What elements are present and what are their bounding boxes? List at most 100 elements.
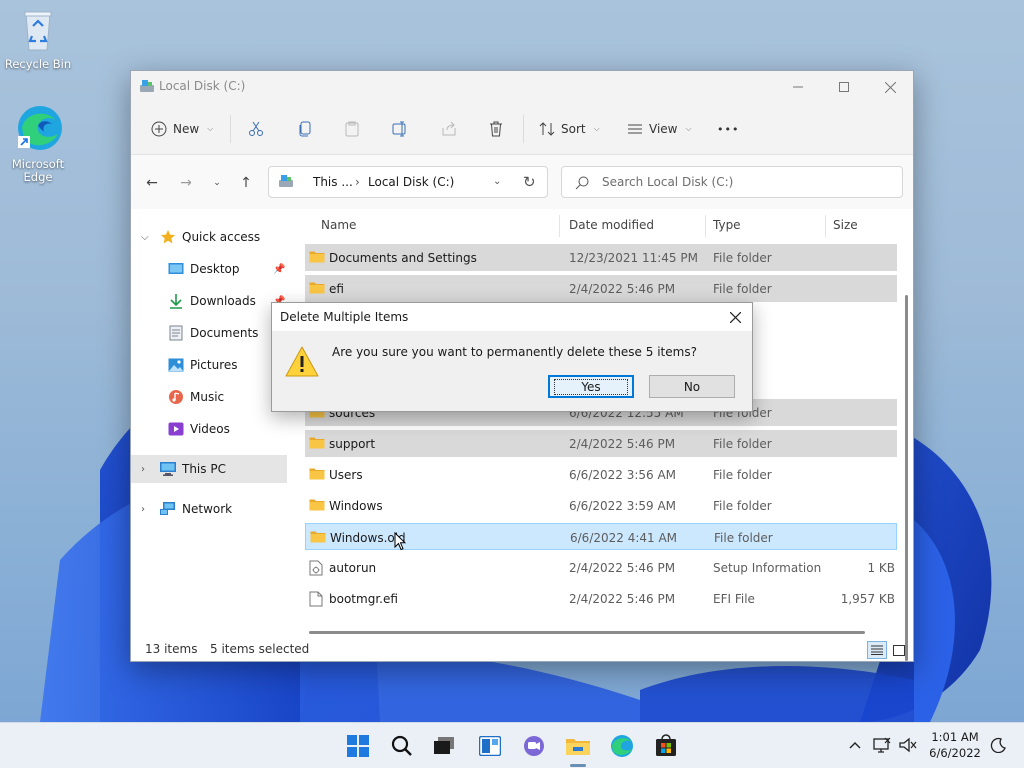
search-taskbar-button[interactable] xyxy=(387,731,417,761)
search-box[interactable]: Search Local Disk (C:) xyxy=(561,166,903,198)
paste-icon xyxy=(345,121,359,137)
sidebar-item-network[interactable]: › Network xyxy=(131,495,287,523)
no-button[interactable]: No xyxy=(649,375,735,398)
cut-button[interactable] xyxy=(248,117,264,141)
notifications-button[interactable] xyxy=(988,734,1008,756)
column-label: Date modified xyxy=(569,218,655,232)
refresh-icon[interactable]: ↻ xyxy=(523,173,536,191)
edge-shortcut[interactable]: Microsoft Edge xyxy=(0,104,76,185)
sidebar-label: Pictures xyxy=(190,358,238,372)
minimize-button[interactable] xyxy=(775,71,821,103)
recycle-bin-shortcut[interactable]: Recycle Bin xyxy=(0,8,76,71)
column-header-name[interactable]: Name xyxy=(321,211,356,239)
title-bar[interactable]: Local Disk (C:) xyxy=(131,71,913,103)
file-explorer-taskbar-button[interactable] xyxy=(563,731,593,761)
view-button[interactable]: View ⌵ xyxy=(627,117,692,141)
sidebar-item-downloads[interactable]: Downloads 📌 xyxy=(131,287,287,315)
paste-button[interactable] xyxy=(344,117,360,141)
sidebar-item-this-pc[interactable]: › This PC xyxy=(131,455,287,483)
file-name: support xyxy=(329,437,376,451)
file-row[interactable]: Windows 6/6/2022 3:59 AM File folder xyxy=(305,492,897,519)
breadcrumb-local-disk[interactable]: Local Disk (C:) xyxy=(368,175,454,189)
sidebar-item-desktop[interactable]: Desktop 📌 xyxy=(131,255,287,283)
address-dropdown-icon[interactable]: ⌄ xyxy=(493,176,501,187)
sidebar-label: This PC xyxy=(182,462,226,476)
task-view-button[interactable] xyxy=(429,731,459,761)
details-view-button[interactable] xyxy=(867,641,887,659)
share-button[interactable] xyxy=(441,117,457,141)
dialog-close-button[interactable] xyxy=(722,305,748,329)
dialog-title-bar[interactable]: Delete Multiple Items xyxy=(272,303,752,331)
sidebar-item-documents[interactable]: Documents xyxy=(131,319,287,347)
desktop-icon xyxy=(167,261,185,277)
file-name: Windows xyxy=(329,499,383,513)
store-icon xyxy=(656,734,676,756)
dialog-title: Delete Multiple Items xyxy=(280,310,409,324)
column-header-size[interactable]: Size xyxy=(833,211,858,239)
file-name: bootmgr.efi xyxy=(329,592,398,606)
file-row[interactable]: bootmgr.efi 2/4/2022 5:46 PM EFI File 1,957… xyxy=(305,585,897,612)
computer-icon xyxy=(159,461,177,477)
file-type: File folder xyxy=(713,282,772,296)
thumbnail-view-button[interactable] xyxy=(889,641,909,659)
column-header-date[interactable]: Date modified xyxy=(569,211,654,239)
column-divider[interactable] xyxy=(705,215,706,237)
file-row[interactable]: support 2/4/2022 5:46 PM File folder xyxy=(305,430,897,457)
vertical-scrollbar[interactable] xyxy=(905,295,908,661)
yes-button[interactable]: Yes xyxy=(548,375,634,398)
store-button[interactable] xyxy=(651,731,681,761)
horizontal-scrollbar[interactable] xyxy=(309,631,865,634)
command-bar: New ⌵ Sort ⌵ View ⌵ ••• xyxy=(131,103,913,155)
file-date: 12/23/2021 11:45 PM xyxy=(569,251,698,265)
chevron-right-icon: › xyxy=(141,463,145,475)
more-options-button[interactable]: ••• xyxy=(717,117,739,141)
delete-button[interactable] xyxy=(488,117,504,141)
search-icon xyxy=(391,735,412,756)
sidebar-item-videos[interactable]: Videos xyxy=(131,415,287,443)
file-row[interactable]: Users 6/6/2022 3:56 AM File folder xyxy=(305,461,897,488)
file-row[interactable]: autorun 2/4/2022 5:46 PM Setup Information… xyxy=(305,554,897,581)
close-button[interactable] xyxy=(867,71,913,103)
start-button[interactable] xyxy=(343,731,373,761)
forward-button[interactable]: → xyxy=(175,172,197,194)
new-button[interactable]: New ⌵ xyxy=(151,117,213,141)
column-divider[interactable] xyxy=(559,215,560,237)
file-date: 2/4/2022 5:46 PM xyxy=(569,561,676,575)
yes-label: Yes xyxy=(554,378,628,395)
file-row[interactable]: efi 2/4/2022 5:46 PM File folder xyxy=(305,275,897,302)
copy-button[interactable] xyxy=(297,117,313,141)
system-clock[interactable]: 1:01 AM 6/6/2022 xyxy=(922,729,988,761)
task-view-icon xyxy=(434,737,454,754)
rename-button[interactable] xyxy=(392,117,410,141)
file-row[interactable]: Documents and Settings 12/23/2021 11:45 P… xyxy=(305,244,897,271)
recycle-bin-label: Recycle Bin xyxy=(4,57,72,72)
column-header-type[interactable]: Type xyxy=(713,211,741,239)
show-hidden-icons-button[interactable] xyxy=(846,734,864,756)
file-type: File folder xyxy=(714,531,773,545)
sidebar-item-music[interactable]: Music xyxy=(131,383,287,411)
search-input[interactable]: Search Local Disk (C:) xyxy=(602,175,733,189)
recent-locations-button[interactable]: ⌄ xyxy=(206,172,228,194)
file-date: 2/4/2022 5:46 PM xyxy=(569,282,676,296)
address-bar[interactable]: This ... › Local Disk (C:) ⌄ ↻ xyxy=(268,166,548,198)
sidebar-item-quick-access[interactable]: ⌵ Quick access xyxy=(131,223,287,251)
breadcrumb-this-pc[interactable]: This ... xyxy=(313,175,353,189)
column-divider[interactable] xyxy=(825,215,826,237)
sidebar-item-pictures[interactable]: Pictures xyxy=(131,351,287,379)
network-status-button[interactable] xyxy=(872,734,892,756)
file-list: ⌃ Name Date modified Type Size Documents… xyxy=(301,209,903,641)
widgets-button[interactable] xyxy=(475,731,505,761)
rename-icon xyxy=(392,121,406,137)
volume-muted-icon xyxy=(899,737,917,753)
back-button[interactable]: ← xyxy=(141,172,163,194)
volume-button[interactable] xyxy=(898,734,918,756)
view-lines-icon xyxy=(628,124,642,134)
maximize-button[interactable] xyxy=(821,71,867,103)
downloads-icon xyxy=(167,293,185,309)
edge-taskbar-button[interactable] xyxy=(607,731,637,761)
file-date: 2/4/2022 5:46 PM xyxy=(569,592,676,606)
chevron-down-icon: ⌵ xyxy=(141,231,149,243)
chat-button[interactable] xyxy=(519,731,549,761)
sort-button[interactable]: Sort ⌵ xyxy=(539,117,600,141)
up-button[interactable]: ↑ xyxy=(235,172,257,194)
